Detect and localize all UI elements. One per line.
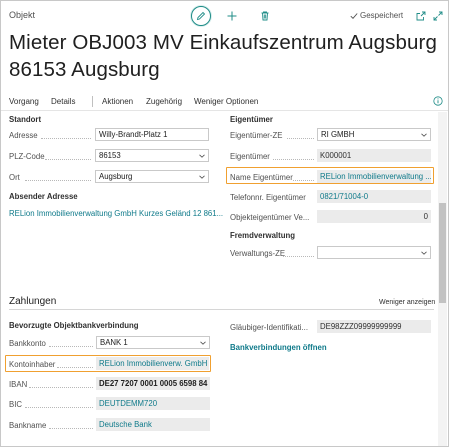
action-vorgang[interactable]: Vorgang [9, 97, 39, 106]
ort-field[interactable]: Augsburg [95, 170, 209, 183]
bic-leader [25, 407, 93, 408]
bankname-label: Bankname [9, 421, 47, 430]
iban-label: IBAN [9, 380, 28, 389]
absender-heading: Absender Adresse [9, 192, 78, 201]
plz-label: PLZ-Code [9, 152, 45, 161]
edit-button[interactable] [191, 6, 211, 26]
info-icon[interactable] [433, 96, 443, 106]
adresse-label: Adresse [9, 131, 38, 140]
eigentuemer-ze-label: Eigentümer-ZE [230, 131, 283, 140]
eigentuemer-nr-label: Eigentümer [230, 152, 270, 161]
ort-value: Augsburg [99, 172, 133, 181]
bankverbindungen-open-link[interactable]: Bankverbindungen öffnen [230, 343, 327, 352]
glaeubiger-field: DE98ZZZ09999999999 [317, 320, 431, 333]
verwaltungs-ze-leader [283, 256, 314, 257]
eigentuemer-ze-leader [287, 138, 314, 139]
action-bar: Vorgang Details Aktionen Zugehörig Wenig… [1, 91, 448, 111]
open-new-window-icon[interactable] [414, 9, 428, 23]
bankkonto-label: Bankkonto [9, 339, 46, 348]
eigentuemer-nr-field: K000001 [317, 149, 431, 162]
action-fewer-options[interactable]: Weniger Optionen [194, 97, 258, 106]
name-eigentuemer-field[interactable]: RELion Immobilienverwaltung ... [317, 170, 431, 183]
plz-value: 86153 [99, 151, 121, 160]
add-icon[interactable] [225, 9, 239, 23]
eigentuemer-ze-field[interactable]: RI GMBH [317, 128, 431, 141]
action-separator [92, 96, 93, 107]
ort-leader [25, 180, 91, 181]
objekteigentuemer-label: Objekteigentümer Ve... [230, 213, 310, 222]
bankkonto-field[interactable]: BANK 1 [96, 336, 210, 349]
expand-icon[interactable] [431, 9, 445, 23]
fremdverwaltung-heading: Fremdverwaltung [230, 231, 295, 240]
bankkonto-value: BANK 1 [100, 338, 128, 347]
bankname-field[interactable]: Deutsche Bank [96, 418, 210, 431]
adresse-field[interactable]: Willy-Brandt-Platz 1 [95, 128, 209, 141]
telefon-field[interactable]: 0821/71004-0 [317, 190, 431, 203]
eigentuemer-nr-leader [273, 159, 314, 160]
adresse-leader [41, 138, 91, 139]
saved-status: Gespeichert [350, 11, 403, 20]
scrollbar-thumb[interactable] [439, 203, 446, 303]
show-less-link[interactable]: Weniger anzeigen [379, 299, 435, 306]
pencil-icon [196, 11, 206, 21]
chevron-down-icon [199, 154, 205, 158]
telefon-label: Telefonnr. Eigentümer [230, 193, 306, 202]
bankkonto-leader [49, 346, 93, 347]
iban-leader [29, 387, 93, 388]
name-eigentuemer-label: Name Eigentümer [230, 173, 293, 182]
checkmark-icon [350, 12, 358, 19]
verwaltungs-ze-label: Verwaltungs-ZE [230, 249, 286, 258]
glaeubiger-label: Gläubiger-Identifikati... [230, 323, 309, 332]
zahlungen-divider [9, 309, 434, 310]
breadcrumb: Objekt [9, 10, 36, 20]
zahlungen-heading: Zahlungen [9, 296, 57, 307]
kontoinhaber-leader [57, 367, 93, 368]
ort-label: Ort [9, 173, 20, 182]
bankname-leader [49, 428, 93, 429]
iban-field: DE27 7207 0001 0005 6598 84 [96, 377, 210, 390]
action-aktionen[interactable]: Aktionen [102, 97, 133, 106]
plz-field[interactable]: 86153 [95, 149, 209, 162]
action-details[interactable]: Details [51, 97, 75, 106]
top-bar: Objekt Gespeichert [1, 1, 448, 31]
chevron-down-icon [421, 133, 427, 137]
saved-label: Gespeichert [360, 11, 404, 20]
action-zugehoerig[interactable]: Zugehörig [146, 97, 182, 106]
plz-leader [45, 159, 91, 160]
delete-icon[interactable] [258, 9, 272, 23]
page-title: Mieter OBJ003 MV Einkaufszentrum Augsbur… [9, 31, 437, 81]
bic-label: BIC [9, 400, 22, 409]
bic-field[interactable]: DEUTDEMM720 [96, 397, 210, 410]
kontoinhaber-field[interactable]: RELion Immobilienverw. GmbH [96, 357, 209, 370]
chevron-down-icon [200, 341, 206, 345]
kontoinhaber-label: Kontoinhaber [9, 360, 56, 369]
eigentuemer-ze-value: RI GMBH [321, 130, 355, 139]
standort-heading: Standort [9, 115, 42, 124]
page-frame: Objekt Gespeichert Mieter OBJ003 MV Eink… [0, 0, 449, 447]
absender-address-link[interactable]: RELion Immobilienverwaltung GmbH Kurzes … [9, 209, 223, 218]
bank-heading: Bevorzugte Objektbankverbindung [9, 321, 139, 330]
eigentuemer-heading: Eigentümer [230, 115, 273, 124]
name-eigentuemer-leader [293, 180, 314, 181]
objekteigentuemer-field: 0 [317, 210, 431, 223]
chevron-down-icon [199, 175, 205, 179]
chevron-down-icon [421, 251, 427, 255]
verwaltungs-ze-field[interactable] [317, 246, 431, 259]
